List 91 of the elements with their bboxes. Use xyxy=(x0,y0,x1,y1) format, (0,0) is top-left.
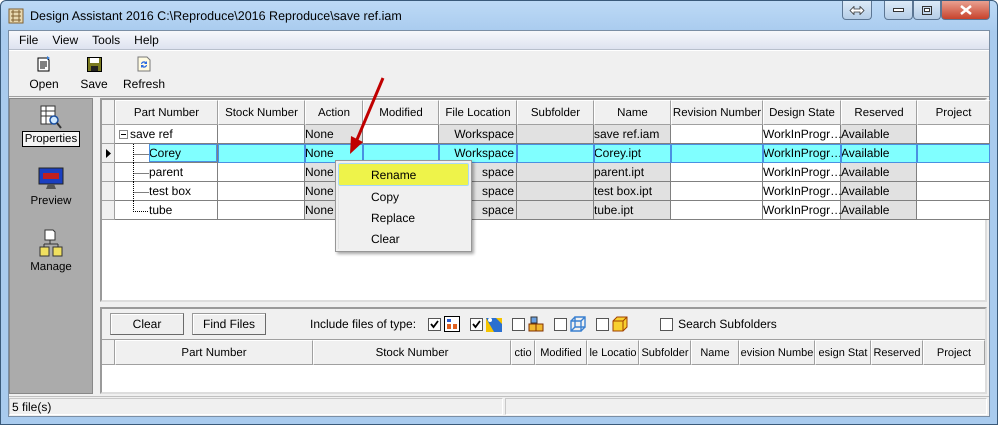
checkbox[interactable] xyxy=(428,318,442,330)
column-header[interactable]: Part Number xyxy=(115,340,313,365)
cubes-icon xyxy=(528,316,544,332)
column-header[interactable]: Reserved xyxy=(841,100,917,125)
menu-item[interactable]: Tools xyxy=(86,33,128,47)
file-location-cell: Workspace xyxy=(439,125,517,144)
assembly-icon xyxy=(444,316,460,332)
toolbar-button[interactable]: Save xyxy=(80,76,108,90)
monitor-icon xyxy=(38,167,64,191)
name-cell: save ref.iam xyxy=(594,125,671,144)
restore-icon xyxy=(922,6,932,14)
file-location-cell: Workspace xyxy=(439,144,517,163)
column-header[interactable]: Name xyxy=(691,340,739,365)
design-state-cell: WorkInProgr… xyxy=(763,125,841,144)
push-button[interactable]: Find Files xyxy=(192,313,266,335)
name-cell: parent.ipt xyxy=(594,163,671,182)
checkbox[interactable] xyxy=(660,318,674,330)
design-state-cell: WorkInProgr… xyxy=(763,144,841,163)
menu-item[interactable]: Clear xyxy=(338,228,469,249)
column-header[interactable]: esign Stat xyxy=(815,340,871,365)
menu-item[interactable]: Rename xyxy=(338,163,469,186)
design-state-cell: WorkInProgr… xyxy=(763,163,841,182)
column-header[interactable]: Revision Number xyxy=(671,100,763,125)
column-header[interactable]: Name xyxy=(594,100,671,125)
checkbox[interactable] xyxy=(470,318,484,330)
status-text: 5 file(s) xyxy=(9,398,503,415)
sidebar-item[interactable]: Properties xyxy=(22,131,80,147)
reserved-cell: Available xyxy=(841,182,917,201)
menu-item[interactable]: Replace xyxy=(338,207,469,228)
reserved-cell: Available xyxy=(841,163,917,182)
collapse-icon[interactable] xyxy=(119,130,128,138)
reserved-cell: Available xyxy=(841,201,917,220)
cube-icon xyxy=(612,316,628,332)
checkbox[interactable] xyxy=(512,318,526,330)
column-header[interactable]: File Location xyxy=(439,100,517,125)
drawing-sheet-icon xyxy=(486,316,502,332)
column-header[interactable]: evision Numbe xyxy=(739,340,815,365)
tree-line xyxy=(133,144,149,162)
sidebar-item[interactable]: Preview xyxy=(28,193,74,209)
design-state-cell: WorkInProgr… xyxy=(763,182,841,201)
menu-item[interactable]: Help xyxy=(128,33,167,47)
name-cell: tube.ipt xyxy=(594,201,671,220)
maximize-button[interactable] xyxy=(913,1,941,20)
minimize-icon xyxy=(893,8,904,12)
toolbar-button[interactable]: Open xyxy=(29,77,59,91)
menu-item[interactable]: View xyxy=(46,33,86,47)
checkbox[interactable] xyxy=(554,318,568,330)
action-cell: None xyxy=(305,125,363,144)
column-header[interactable]: Stock Number xyxy=(313,340,511,365)
row-header[interactable] xyxy=(102,144,115,163)
reserved-cell: Available xyxy=(841,144,917,163)
column-header[interactable]: Modified xyxy=(363,100,439,125)
checkbox[interactable] xyxy=(596,318,610,330)
name-cell: test box.ipt xyxy=(594,182,671,201)
app-icon xyxy=(8,8,24,24)
design-state-cell: WorkInProgr… xyxy=(763,201,841,220)
part-number-cell: Corey xyxy=(149,144,217,162)
close-icon xyxy=(960,5,972,15)
name-cell: Corey.ipt xyxy=(594,144,671,163)
document-icon xyxy=(36,56,52,72)
current-row-icon xyxy=(106,148,110,158)
column-header[interactable]: Subfolder xyxy=(517,100,594,125)
window-title: Design Assistant 2016 C:\Reproduce\2016 Reproduce\save ref.iam xyxy=(30,8,402,22)
column-header[interactable]: le Locatio xyxy=(587,340,639,365)
column-header[interactable]: Action xyxy=(305,100,363,125)
minimize-button[interactable] xyxy=(884,1,913,20)
wireframe-cube-icon xyxy=(570,316,586,332)
menu-item[interactable]: File xyxy=(13,33,46,47)
column-header[interactable]: Project xyxy=(917,100,990,125)
push-button[interactable]: Clear xyxy=(110,313,184,335)
toolbar-button[interactable]: Refresh xyxy=(122,77,166,91)
menu-item[interactable]: Copy xyxy=(338,186,469,207)
column-header[interactable]: ctio xyxy=(511,340,535,365)
column-header[interactable]: Stock Number xyxy=(218,100,305,125)
reserved-cell: Available xyxy=(841,125,917,144)
column-header[interactable]: Design State xyxy=(763,100,841,125)
tree-line xyxy=(133,162,149,182)
column-header[interactable]: Part Number xyxy=(115,100,218,125)
column-header[interactable]: Reserved xyxy=(871,340,923,365)
refresh-icon xyxy=(136,56,152,72)
hierarchy-icon xyxy=(39,229,63,257)
sidebar-item[interactable]: Manage xyxy=(27,259,75,275)
table-magnifier-icon xyxy=(40,105,62,129)
include-label: Include files of type: xyxy=(310,317,416,331)
checkbox-label: Search Subfolders xyxy=(678,317,777,331)
column-header[interactable]: Project xyxy=(923,340,985,365)
double-arrow-icon xyxy=(849,6,865,14)
close-button[interactable] xyxy=(941,1,990,20)
column-header[interactable]: Subfolder xyxy=(639,340,691,365)
resize-button[interactable] xyxy=(842,1,872,20)
column-header[interactable]: Modified xyxy=(535,340,587,365)
